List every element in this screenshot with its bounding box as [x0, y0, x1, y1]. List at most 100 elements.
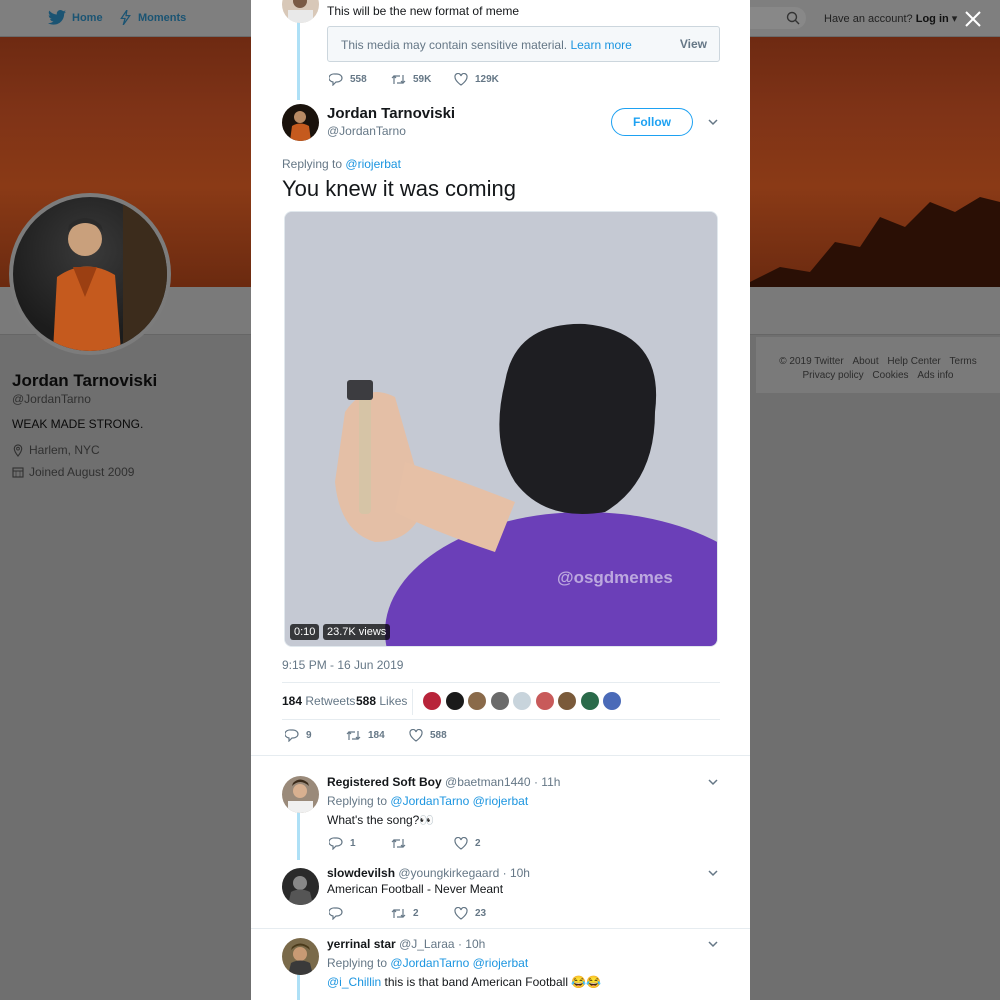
reply-reply-action[interactable]: 1 [329, 837, 356, 850]
liker-avatar[interactable] [489, 691, 510, 711]
learn-more-link[interactable]: Learn more [570, 38, 631, 52]
section-divider [251, 928, 750, 929]
reply-author[interactable]: yerrinal star @J_Laraa · 10h [327, 937, 485, 951]
chevron-down-icon[interactable] [707, 938, 719, 950]
previous-tweet-text: This will be the new format of meme [327, 4, 520, 18]
nav-moments-label: Moments [138, 11, 187, 24]
liker-avatar[interactable] [534, 691, 555, 711]
retweet-icon [346, 731, 361, 740]
profile-avatar[interactable] [9, 193, 171, 355]
nav-home[interactable]: Home [48, 10, 103, 25]
previous-retweet-action[interactable]: 59K [391, 73, 431, 86]
retweet-count: 184 [368, 730, 385, 741]
replying-to-link[interactable]: @riojerbat [345, 157, 401, 171]
like-count: 588 [430, 730, 447, 741]
previous-reply-count: 558 [350, 74, 367, 85]
previous-like-action[interactable]: 129K [454, 73, 499, 86]
footer-about[interactable]: About [852, 356, 878, 367]
reply-author-handle: @youngkirkegaard [398, 866, 500, 880]
tweet-author-handle[interactable]: @JordanTarno [327, 124, 406, 138]
search-icon [786, 11, 800, 25]
reply-icon [329, 73, 343, 86]
retweet-icon [391, 75, 406, 84]
likes-stat-label: Likes [379, 694, 408, 708]
reply-time: · 10h [502, 866, 530, 880]
previous-like-count: 129K [475, 74, 499, 85]
liker-avatar[interactable] [557, 691, 577, 711]
lightning-icon [120, 10, 131, 25]
heart-icon [409, 729, 423, 742]
footer-help-center[interactable]: Help Center [887, 356, 940, 367]
chevron-down-icon[interactable] [707, 867, 719, 879]
heart-icon [454, 907, 468, 920]
profile-handle: @JordanTarno [12, 392, 91, 406]
tweet-timestamp[interactable]: 9:15 PM - 16 Jun 2019 [282, 658, 403, 672]
like-action[interactable]: 588 [409, 729, 447, 742]
tweet-video[interactable]: @osgdmemes 0:10 23.7K views [284, 211, 718, 647]
view-media-button[interactable]: View [680, 37, 707, 51]
nav-moments[interactable]: Moments [120, 10, 186, 25]
reply-replying-to: Replying to @JordanTarno @riojerbat [327, 956, 529, 970]
reply-time: · 10h [457, 937, 486, 951]
retweets-stat-count: 184 [282, 694, 303, 708]
reply-avatar[interactable] [282, 868, 319, 905]
liker-avatar[interactable] [422, 691, 442, 711]
reply-action[interactable]: 9 [285, 729, 312, 742]
sensitive-notice-text: This media may contain sensitive materia… [341, 38, 632, 52]
liker-avatar[interactable] [602, 691, 622, 711]
reply-text: @i_Chillin this is that band American Fo… [327, 975, 601, 989]
retweet-action[interactable]: 184 [346, 729, 385, 742]
reply-author[interactable]: slowdevilsh @youngkirkegaard · 10h [327, 866, 530, 880]
caret-down-icon: ▾ [951, 13, 958, 25]
footer-links: © 2019 Twitter About Help Center Terms P… [756, 355, 1000, 383]
reply-icon [285, 729, 299, 742]
login-link[interactable]: Have an account? Log in ▾ [824, 12, 957, 25]
reply-text: American Football - Never Meant [327, 882, 504, 896]
footer-terms[interactable]: Terms [950, 356, 977, 367]
reply-replying-to-link[interactable]: @JordanTarno @riojerbat [390, 956, 528, 970]
thread-line [297, 22, 300, 100]
replying-to: Replying to @riojerbat [282, 157, 401, 171]
previous-reply-action[interactable]: 558 [329, 73, 367, 86]
reply-count: 9 [306, 730, 312, 741]
reply-author-handle: @baetman1440 [445, 775, 531, 789]
close-icon[interactable] [962, 8, 984, 30]
liker-avatar[interactable] [512, 691, 532, 711]
profile-name: Jordan Tarnoviski [12, 371, 158, 390]
likes-stat-count: 588 [356, 694, 377, 708]
reply-like-action[interactable]: 2 [454, 837, 481, 850]
chevron-down-icon[interactable] [707, 116, 719, 128]
footer-privacy[interactable]: Privacy policy [803, 370, 864, 381]
reply-author-name: Registered Soft Boy [327, 775, 442, 789]
reply-reply-action[interactable] [329, 907, 350, 920]
liker-avatar[interactable] [467, 691, 487, 711]
liker-avatar[interactable] [444, 691, 465, 711]
reply-retweet-action[interactable]: 2 [391, 907, 419, 920]
reply-retweet-action[interactable] [391, 837, 413, 850]
profile-location: Harlem, NYC [12, 443, 100, 457]
previous-tweet-avatar[interactable] [282, 0, 319, 23]
reply-author-handle: @J_Laraa [399, 937, 455, 951]
tweet-author-name[interactable]: Jordan Tarnoviski [327, 105, 455, 122]
liker-avatar[interactable] [579, 691, 600, 711]
login-prefix: Have an account? [824, 13, 913, 25]
footer-cookies[interactable]: Cookies [872, 370, 908, 381]
reply-avatar[interactable] [282, 938, 319, 975]
reply-author[interactable]: Registered Soft Boy @baetman1440 · 11h [327, 775, 560, 789]
reply-text-body: this is that band American Football 😂😂 [384, 975, 602, 989]
avatar-figure [53, 197, 167, 351]
reply-mention-link[interactable]: @i_Chillin [327, 975, 381, 989]
follow-button[interactable]: Follow [611, 108, 693, 136]
chevron-down-icon[interactable] [707, 776, 719, 788]
tweet-author-avatar[interactable] [282, 104, 319, 141]
profile-joined-text: Joined August 2009 [29, 465, 135, 479]
reply-avatar[interactable] [282, 776, 319, 813]
tweet-text: You knew it was coming [282, 176, 516, 201]
sensitive-media-notice: This media may contain sensitive materia… [327, 26, 720, 62]
likes-stat[interactable]: 588 Likes [356, 694, 407, 708]
retweets-stat[interactable]: 184 Retweets [282, 694, 355, 708]
banner-landscape [740, 197, 1000, 287]
reply-like-action[interactable]: 23 [454, 907, 486, 920]
footer-ads-info[interactable]: Ads info [917, 370, 953, 381]
reply-replying-to-link[interactable]: @JordanTarno @riojerbat [390, 794, 528, 808]
